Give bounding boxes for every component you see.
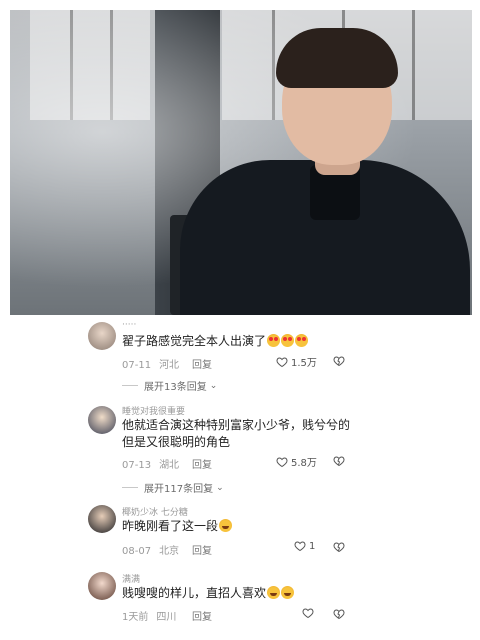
like-count: 5.8万 bbox=[291, 458, 317, 469]
heart-outline-icon bbox=[276, 456, 288, 467]
broken-heart-icon[interactable] bbox=[333, 608, 345, 620]
avatar[interactable] bbox=[88, 572, 116, 600]
like-button[interactable]: 1.5万 bbox=[276, 354, 317, 369]
avatar[interactable] bbox=[88, 322, 116, 350]
laugh-cry-emoji bbox=[267, 586, 281, 599]
comment-date: 1天前 bbox=[122, 612, 149, 623]
chevron-down-icon: ⌄ bbox=[209, 380, 218, 391]
expand-replies-label: 展开13条回复 bbox=[144, 382, 207, 393]
heart-eyes-emoji bbox=[295, 334, 309, 347]
comment-meta: 08-07 北京 bbox=[122, 542, 179, 557]
comment-text-line1: 他就适合演这种特别富家小少爷，贱兮兮的 bbox=[122, 418, 351, 432]
laugh-cry-emoji bbox=[281, 586, 295, 599]
comment-location: 湖北 bbox=[159, 460, 180, 471]
heart-outline-icon bbox=[302, 608, 314, 619]
broken-heart-icon[interactable] bbox=[333, 541, 345, 553]
reply-button[interactable]: 回复 bbox=[192, 608, 212, 623]
expand-replies-label: 展开117条回复 bbox=[144, 484, 214, 495]
like-button[interactable] bbox=[302, 607, 314, 619]
comment-location: 四川 bbox=[156, 612, 177, 623]
person-hair bbox=[276, 28, 398, 88]
like-button[interactable]: 5.8万 bbox=[276, 454, 317, 469]
video-still-image bbox=[10, 10, 472, 315]
comment-text: 贱嗖嗖的样儿，直招人喜欢 bbox=[122, 584, 295, 602]
comment-date: 08-07 bbox=[122, 546, 152, 557]
laugh-cry-emoji bbox=[219, 519, 233, 532]
chevron-down-icon: ⌄ bbox=[216, 482, 224, 493]
heart-outline-icon bbox=[294, 541, 306, 552]
avatar[interactable] bbox=[88, 505, 116, 533]
comment-location: 北京 bbox=[159, 546, 180, 557]
comment-date: 07-11 bbox=[122, 360, 152, 371]
comment-text: 翟子路感觉完全本人出演了 bbox=[122, 332, 309, 350]
expand-replies-button[interactable]: 展开117条回复 ⌄ bbox=[122, 480, 224, 495]
broken-heart-icon[interactable] bbox=[333, 355, 345, 367]
heart-outline-icon bbox=[276, 356, 288, 367]
comment-meta: 07-11 河北 bbox=[122, 356, 179, 371]
like-count: 1.5万 bbox=[291, 358, 317, 369]
comment-text-body: 翟子路感觉完全本人出演了 bbox=[122, 334, 267, 348]
comment-date: 07-13 bbox=[122, 460, 152, 471]
broken-heart-icon[interactable] bbox=[333, 455, 345, 467]
divider-line bbox=[122, 487, 138, 488]
comment-text-line2: 但是又很聪明的角色 bbox=[122, 435, 231, 449]
avatar[interactable] bbox=[88, 406, 116, 434]
expand-replies-button[interactable]: 展开13条回复 ⌄ bbox=[122, 378, 217, 393]
comment-meta: 1天前 四川 bbox=[122, 608, 176, 623]
heart-eyes-emoji bbox=[267, 334, 281, 347]
comment-username[interactable]: ····· bbox=[122, 320, 136, 330]
like-count: 1 bbox=[309, 540, 316, 552]
comment-location: 河北 bbox=[159, 360, 180, 371]
comment-text: 昨晚刚看了这一段 bbox=[122, 517, 233, 535]
comment-text-body: 贱嗖嗖的样儿，直招人喜欢 bbox=[122, 586, 267, 600]
heart-eyes-emoji bbox=[281, 334, 295, 347]
comment-meta: 07-13 湖北 bbox=[122, 456, 179, 471]
reply-button[interactable]: 回复 bbox=[192, 356, 212, 371]
divider-line bbox=[122, 385, 138, 386]
reply-button[interactable]: 回复 bbox=[192, 542, 212, 557]
like-button[interactable]: 1 bbox=[294, 540, 315, 552]
comment-text-body: 昨晚刚看了这一段 bbox=[122, 519, 219, 533]
reply-button[interactable]: 回复 bbox=[192, 456, 212, 471]
